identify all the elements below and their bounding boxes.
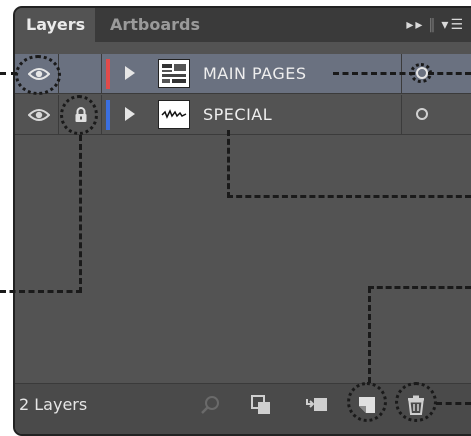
layer-color-indicator — [106, 59, 110, 89]
page-thumbnail-icon — [158, 59, 190, 88]
delete-callout-ring — [395, 382, 437, 422]
target-callout-extension — [428, 72, 471, 75]
make-clipping-mask-icon[interactable] — [249, 393, 273, 417]
fast-forward-icon[interactable]: ▸▸ — [406, 17, 424, 33]
eye-callout-line — [0, 72, 17, 75]
new-layer-callout-vline — [368, 287, 371, 383]
delete-callout-line — [436, 402, 471, 405]
eye-icon — [27, 109, 50, 121]
panel-menu-icon[interactable]: ▾☰ — [441, 17, 465, 33]
layer-color-indicator — [106, 100, 110, 130]
locate-object-icon[interactable] — [199, 393, 223, 417]
panel-menu-controls: ▸▸ ‖ ▾☰ — [406, 8, 465, 42]
lock-callout-ring — [60, 95, 98, 135]
lock-callout-hline — [0, 290, 82, 293]
special-callout-vline — [227, 130, 230, 198]
create-sublayer-icon[interactable] — [305, 393, 329, 417]
new-layer-callout-hline — [368, 286, 471, 289]
eye-callout-ring — [15, 55, 61, 95]
name-callout-line — [333, 72, 415, 75]
signature-thumbnail-icon — [158, 100, 190, 129]
layer-name[interactable]: MAIN PAGES — [203, 54, 306, 94]
target-column[interactable] — [401, 95, 471, 135]
expand-arrow-icon[interactable] — [125, 66, 135, 80]
expand-arrow-icon[interactable] — [125, 107, 135, 121]
separator: ‖ — [428, 17, 438, 33]
layer-count-label: 2 Layers — [19, 395, 88, 414]
lock-toggle[interactable] — [60, 54, 102, 94]
panel-tab-bar: Layers Artboards ▸▸ ‖ ▾☰ — [15, 8, 471, 42]
special-callout-hline — [227, 195, 471, 198]
lock-callout-vline — [79, 135, 82, 293]
visibility-toggle[interactable] — [19, 95, 59, 135]
tab-layers[interactable]: Layers — [15, 8, 95, 42]
new-layer-callout-ring — [347, 382, 387, 422]
layer-name[interactable]: SPECIAL — [203, 95, 272, 135]
tab-artboards[interactable]: Artboards — [99, 8, 211, 42]
target-circle-icon[interactable] — [416, 108, 428, 120]
